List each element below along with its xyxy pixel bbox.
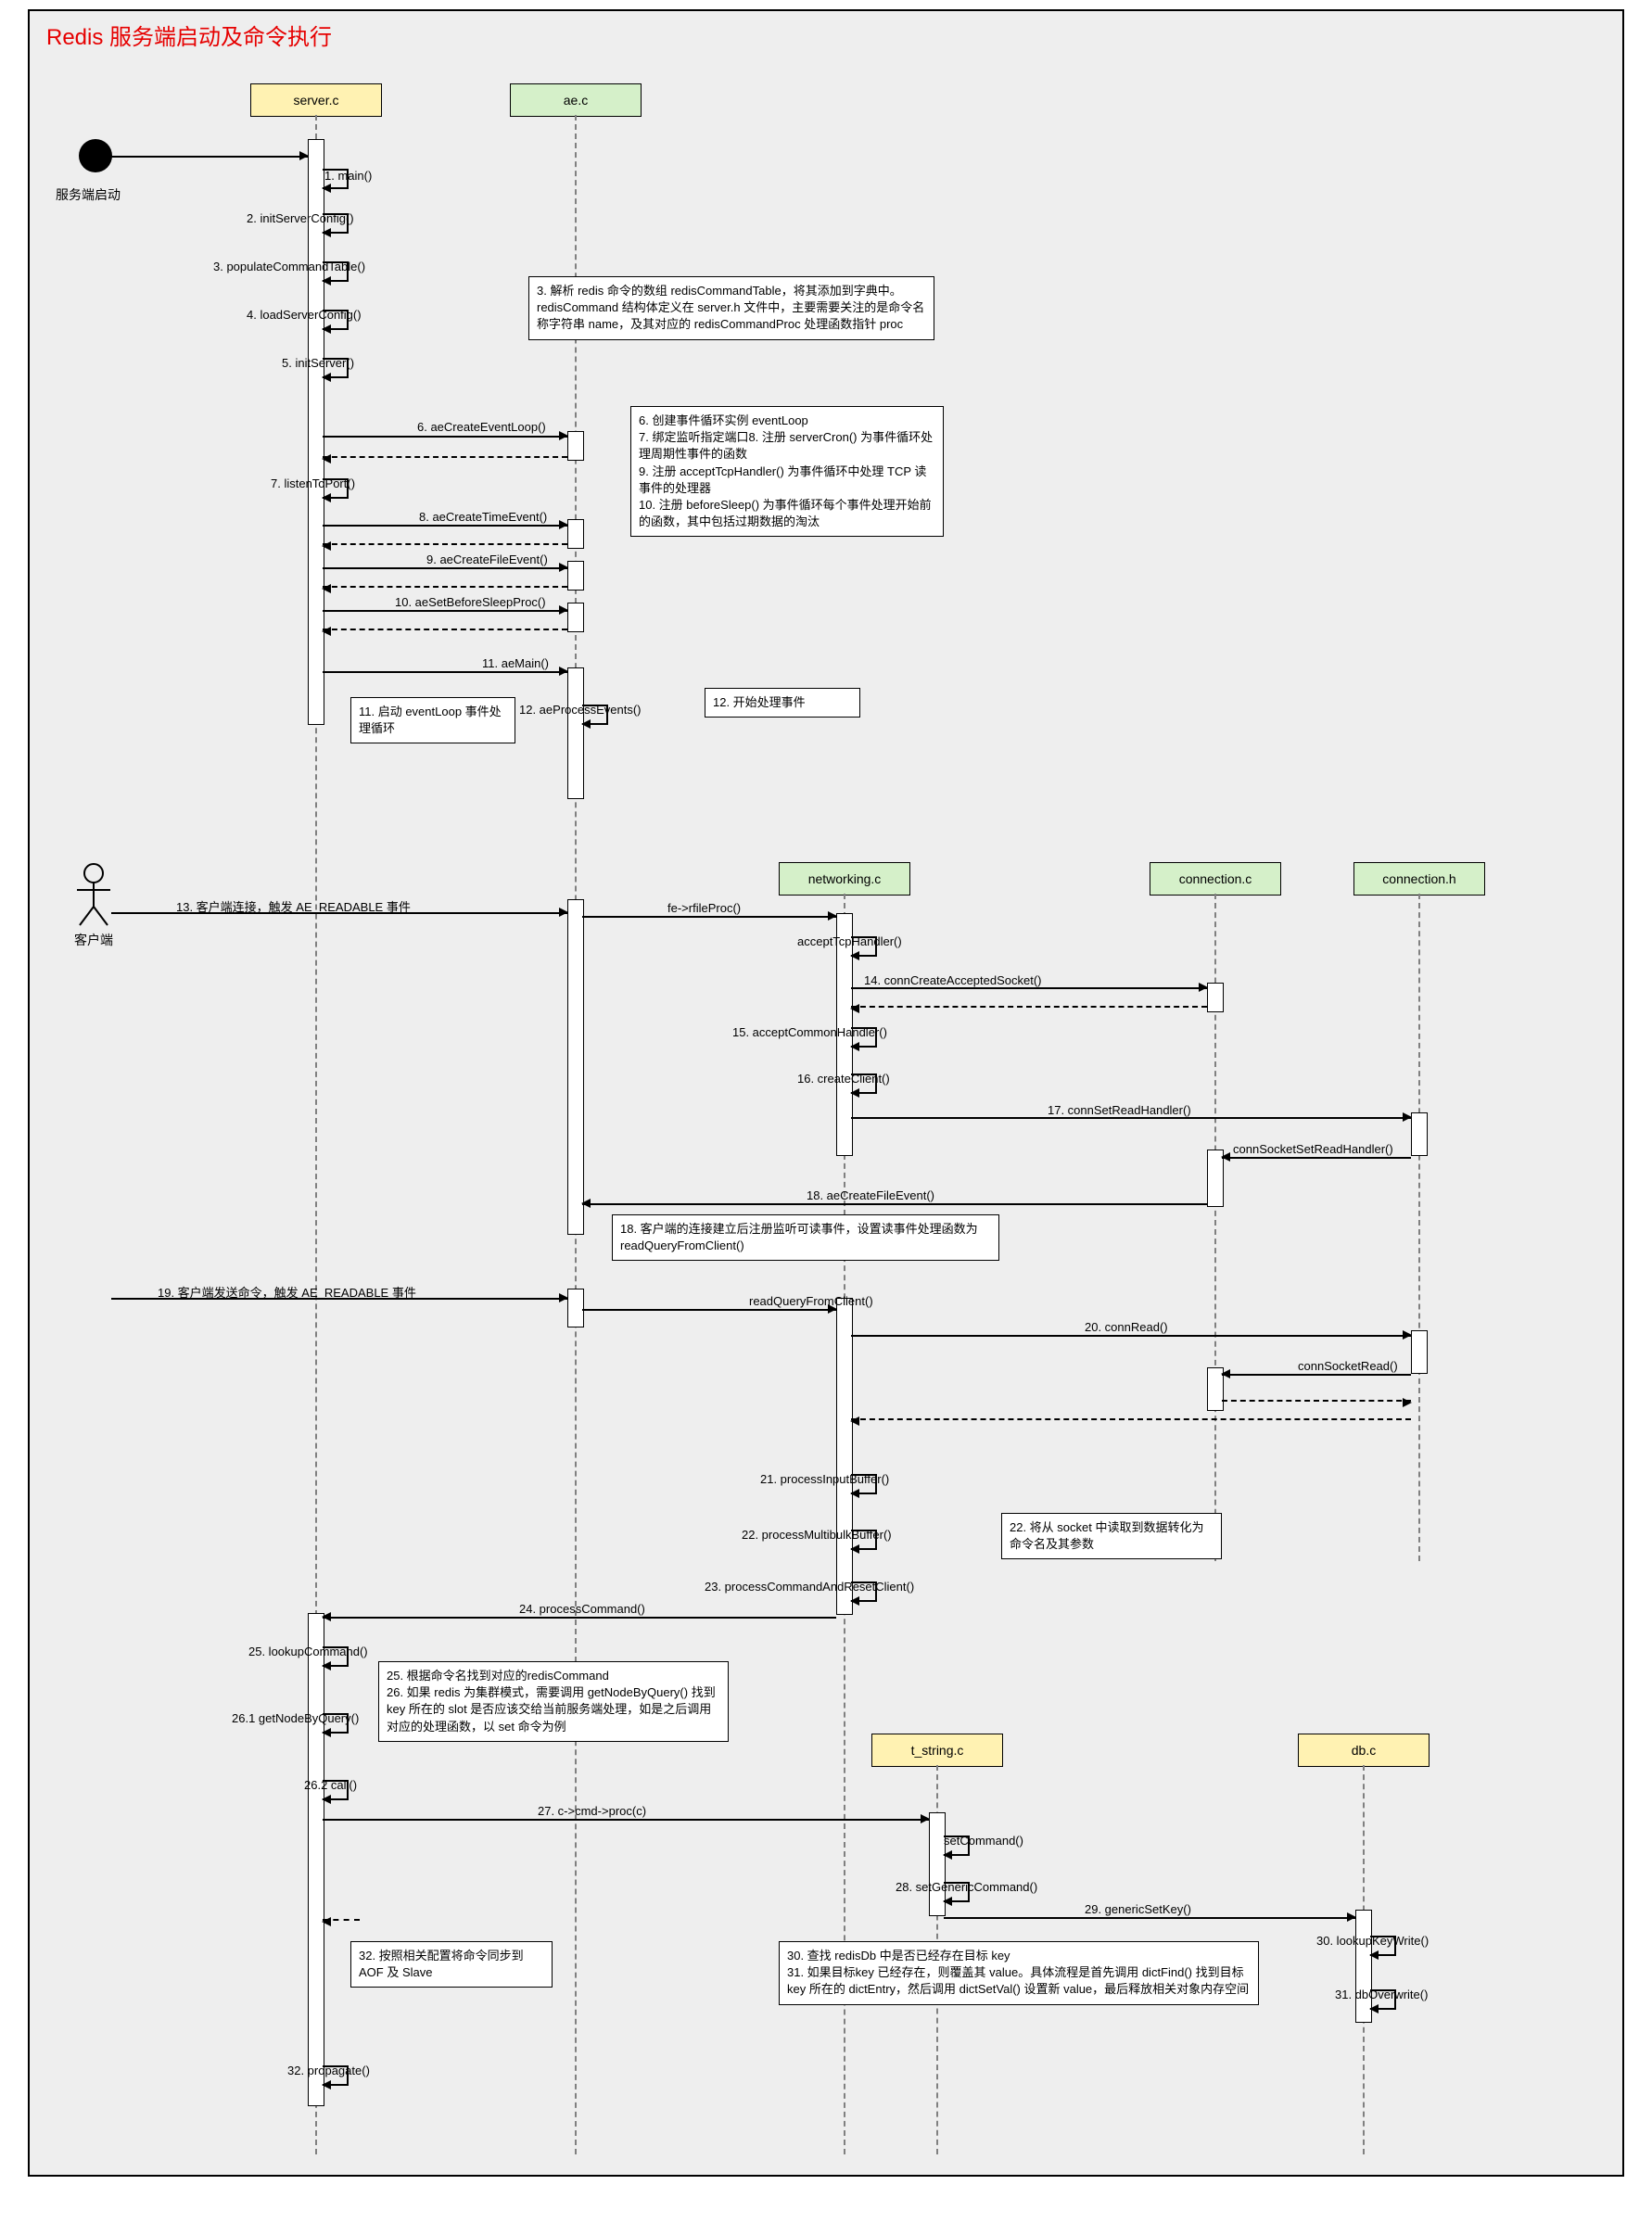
msg-m28: 28. setGenericCommand() — [896, 1880, 1037, 1894]
activation-ae-2 — [567, 519, 584, 549]
ret-m8 — [323, 543, 567, 545]
msg-m26-2: 26.2 call() — [304, 1778, 357, 1792]
lifeline-ae: ae.c — [510, 83, 642, 117]
ret-m6 — [323, 456, 567, 458]
msg-m14: 14. connCreateAcceptedSocket() — [864, 973, 1042, 987]
msg-m22: 22. processMultibulkBuffer() — [742, 1528, 892, 1542]
note-12: 12. 开始处理事件 — [705, 688, 860, 718]
msg-m13: 13. 客户端连接，触发 AE_READABLE 事件 — [176, 897, 411, 915]
lifeline-connection-h: connection.h — [1353, 862, 1485, 896]
msg-m24: 24. processCommand() — [519, 1602, 645, 1616]
note-32: 32. 按照相关配置将命令同步到 AOF 及 Slave — [350, 1941, 553, 1988]
msg-m15: 15. acceptCommonHandler() — [732, 1025, 887, 1039]
arrow-m6 — [323, 436, 567, 438]
note-18: 18. 客户端的连接建立后注册监听可读事件，设置读事件处理函数为 readQue… — [612, 1214, 999, 1261]
arrow-m27 — [323, 1819, 929, 1821]
msg-readQ: readQueryFromClient() — [749, 1294, 873, 1308]
activation-ae-7 — [567, 1289, 584, 1327]
lifeline-tstring: t_string.c — [871, 1734, 1003, 1767]
activation-connh-1 — [1411, 1112, 1428, 1156]
arrow-fe — [582, 916, 836, 918]
arrow-m29 — [944, 1917, 1355, 1919]
activation-ae-5 — [567, 667, 584, 799]
activation-net-2 — [836, 1298, 853, 1615]
msg-m10: 10. aeSetBeforeSleepProc() — [395, 595, 546, 609]
msg-fe: fe->rfileProc() — [667, 901, 741, 915]
msg-m31: 31. dbOverwrite() — [1335, 1988, 1428, 2001]
ret-m14 — [851, 1006, 1207, 1008]
lifeline-line-conn-h — [1418, 894, 1420, 1561]
msg-m20: 20. connRead() — [1085, 1320, 1168, 1334]
activation-ae-6 — [567, 899, 584, 1235]
lifeline-db: db.c — [1298, 1734, 1430, 1767]
arrow-m11 — [323, 671, 567, 673]
activation-ae-1 — [567, 431, 584, 461]
msg-m5: 5. initServer() — [282, 356, 354, 370]
arrow-m9 — [323, 567, 567, 569]
note-25: 25. 根据命令名找到对应的redisCommand 26. 如果 redis … — [378, 1661, 729, 1742]
msg-m27: 27. c->cmd->proc(c) — [538, 1804, 646, 1818]
ret-m20 — [851, 1418, 1411, 1420]
msg-m2: 2. initServerConfig() — [247, 211, 354, 225]
msg-m4: 4. loadServerConfig() — [247, 308, 362, 322]
diagram-title: Redis 服务端启动及命令执行 — [46, 19, 332, 51]
note-30: 30. 查找 redisDb 中是否已经存在目标 key 31. 如果目标key… — [779, 1941, 1259, 2005]
msg-m16: 16. createClient() — [797, 1072, 890, 1086]
msg-m30: 30. lookupKeyWrite() — [1316, 1934, 1429, 1948]
msg-m32: 32. propagate() — [287, 2064, 370, 2077]
note-6: 6. 创建事件循环实例 eventLoop 7. 绑定监听指定端口8. 注册 s… — [630, 406, 944, 537]
activation-ae-3 — [567, 561, 584, 591]
arrow-m14 — [851, 987, 1207, 989]
ret-m9 — [323, 586, 567, 588]
msg-m8: 8. aeCreateTimeEvent() — [419, 510, 547, 524]
start-node — [79, 139, 112, 172]
msg-m23: 23. processCommandAndResetClient() — [705, 1580, 914, 1594]
actor-label: 客户端 — [74, 931, 113, 949]
activation-connh-2 — [1411, 1330, 1428, 1374]
msg-m1: 1. main() — [324, 169, 372, 183]
msg-m19: 19. 客户端发送命令，触发 AE_READABLE 事件 — [158, 1283, 416, 1301]
msg-m29: 29. genericSetKey() — [1085, 1902, 1191, 1916]
arrow-m24 — [323, 1617, 836, 1619]
msg-m3: 3. populateCommandTable() — [213, 260, 365, 273]
diagram-container: Redis 服务端启动及命令执行 服务端启动 客户端 server.c ae.c… — [0, 0, 1652, 2223]
arrow-m10 — [323, 610, 567, 612]
msg-m17: 17. connSetReadHandler() — [1048, 1103, 1191, 1117]
msg-m21: 21. processInputBuffer() — [760, 1472, 889, 1486]
note-11: 11. 启动 eventLoop 事件处理循环 — [350, 697, 515, 743]
msg-m9: 9. aeCreateFileEvent() — [426, 553, 548, 566]
actor-client: 客户端 — [74, 862, 113, 949]
ret-m10 — [323, 629, 567, 630]
note-3: 3. 解析 redis 命令的数组 redisCommandTable，将其添加… — [528, 276, 934, 340]
msg-m25: 25. lookupCommand() — [248, 1645, 368, 1658]
msg-connSock: connSocketSetReadHandler() — [1233, 1142, 1393, 1156]
arrow-connRead — [1222, 1374, 1411, 1376]
lifeline-server: server.c — [250, 83, 382, 117]
msg-m12: 12. aeProcessEvents() — [519, 703, 642, 717]
activation-server-2 — [308, 1613, 324, 2106]
activation-connc-1 — [1207, 983, 1224, 1012]
start-label: 服务端启动 — [56, 185, 121, 204]
lifeline-networking: networking.c — [779, 862, 910, 896]
msg-m6: 6. aeCreateEventLoop() — [417, 420, 546, 434]
note-22: 22. 将从 socket 中读取到数据转化为命令名及其参数 — [1001, 1513, 1222, 1559]
arrow-m17 — [851, 1117, 1411, 1119]
arrow-m18 — [582, 1203, 1207, 1205]
msg-connRead: connSocketRead() — [1298, 1359, 1398, 1373]
msg-m7: 7. listenToPort() — [271, 476, 355, 490]
msg-m26-1: 26.1 getNodeByQuery() — [232, 1711, 359, 1725]
arrow-m8 — [323, 525, 567, 527]
msg-m11: 11. aeMain() — [482, 656, 549, 670]
lifeline-connection-c: connection.c — [1150, 862, 1281, 896]
arrow-connSock — [1222, 1157, 1411, 1159]
activation-ae-4 — [567, 603, 584, 632]
arrow-start-main — [111, 156, 308, 158]
arrow-m20 — [851, 1335, 1411, 1337]
ret-connRead — [1222, 1400, 1411, 1402]
msg-setCmd: setCommand() — [944, 1834, 1023, 1848]
msg-accept: acceptTcpHandler() — [797, 934, 902, 948]
arrow-readQ — [582, 1309, 836, 1311]
ret-propagate — [323, 1919, 360, 1921]
msg-m18: 18. aeCreateFileEvent() — [807, 1188, 934, 1202]
